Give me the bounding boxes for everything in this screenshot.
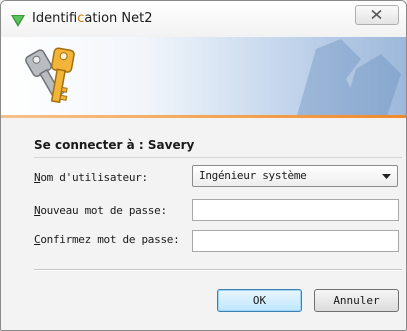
net2-logo-icon <box>11 15 25 27</box>
confirm-password-field[interactable] <box>192 230 399 252</box>
connect-label: Se connecter à : Savery <box>34 138 195 152</box>
header-banner <box>1 37 406 117</box>
login-dialog: Identification Net2 Se connecter à: Sav… <box>0 0 407 331</box>
username-select-value: Ingénieur système <box>199 169 307 182</box>
ok-button[interactable]: OK <box>217 289 302 312</box>
keys-icon <box>25 47 75 104</box>
new-password-label: Nouveau mot de passe: <box>34 204 167 217</box>
username-label: Nom d'utilisateur: <box>34 171 148 184</box>
window-title: Identification Net2 <box>32 11 153 26</box>
accent-bar <box>1 115 406 118</box>
title-bar[interactable]: Identification Net2 <box>1 1 406 37</box>
divider <box>34 157 402 158</box>
username-select[interactable]: Ingénieur système <box>192 165 398 187</box>
paxton-watermark-icon <box>296 39 401 117</box>
close-button[interactable] <box>355 5 399 25</box>
cancel-button[interactable]: Annuler <box>314 289 399 312</box>
confirm-password-label: Confirmez mot de passe: <box>34 233 180 246</box>
new-password-field[interactable] <box>192 199 399 221</box>
dropdown-arrow-icon <box>382 174 391 179</box>
close-icon <box>371 10 382 19</box>
